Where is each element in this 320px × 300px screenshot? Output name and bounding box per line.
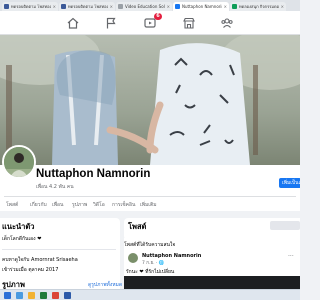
browser-tab[interactable]: ทดรอบติดตาม โพสทอง เรื่อง × (59, 2, 115, 11)
post-timestamp[interactable]: 7 ก.ย. · 🌐 (142, 259, 164, 266)
post-text: รักนะ ❤ ที่รักไม่เปลี่ยน (126, 269, 175, 275)
intro-bio: เด็กโลกดีกันเอง ❤ (2, 236, 42, 242)
watch-notification-badge: 6 (154, 13, 162, 20)
browser-tab[interactable]: ทดลองสนุก กิจกรรมดอกบัวลาย × (230, 2, 286, 11)
tab-about[interactable]: เกี่ยวกับ (30, 201, 47, 209)
divider (2, 249, 116, 250)
browser-tab-strip: ทดรอบติดตาม โพสทอง เรื่อง × ทดรอบติดตาม … (0, 0, 300, 11)
tab-checkins[interactable]: การเช็คอิน (112, 201, 135, 209)
tab-videos[interactable]: วิดีโอ (93, 201, 105, 209)
facebook-favicon-icon (175, 4, 180, 9)
cover-photo[interactable] (0, 35, 300, 165)
intro-title: แนะนำตัว (2, 222, 35, 231)
tab-title: ทดรอบติดตาม โพสทอง เรื่อง (68, 4, 108, 9)
facebook-top-nav: 6 (0, 11, 300, 35)
tab-favicon-icon (118, 4, 123, 9)
tab-title: ทดรอบติดตาม โพสทอง เรื่อง (11, 4, 51, 9)
tab-close-icon[interactable]: × (281, 4, 284, 9)
taskbar-app-icon[interactable] (16, 292, 23, 299)
profile-name: Nuttaphon Namnorin (36, 168, 151, 180)
browser-tab[interactable]: ทดรอบติดตาม โพสทอง เรื่อง × (2, 2, 58, 11)
more-options-icon[interactable]: ··· (288, 253, 294, 260)
tab-favicon-icon (61, 4, 66, 9)
flag-icon[interactable] (104, 15, 118, 29)
tab-friends[interactable]: เพื่อน (52, 201, 63, 209)
tab-close-icon[interactable]: × (53, 4, 56, 9)
folder-icon[interactable] (28, 292, 35, 299)
posts-title: โพสต์ (128, 222, 147, 231)
intro-joined-date: เข้าร่วมเมื่อ ตุลาคม 2017 (2, 267, 59, 273)
tab-favicon-icon (4, 4, 9, 9)
taskbar-app-icon[interactable] (64, 292, 71, 299)
intro-relationship[interactable]: คบหาดูใจกับ Amornrat Srisaeha (2, 256, 78, 264)
posts-filter-button[interactable] (270, 221, 300, 230)
browser-tab-active[interactable]: Nuttaphon Namnorin | Fa × (173, 2, 229, 11)
groups-icon[interactable] (220, 15, 234, 29)
tab-close-icon[interactable]: × (167, 4, 170, 9)
profile-avatar[interactable] (2, 145, 36, 179)
tab-close-icon[interactable]: × (110, 4, 113, 9)
post-caption: โพสต์ที่ได้รับความสนใจ (124, 242, 176, 248)
add-friend-button[interactable]: เพิ่มเป็นเพื่อน (279, 178, 300, 188)
browser-tab[interactable]: Video Education Sol.. × (116, 2, 172, 11)
facebook-profile-window: ทดรอบติดตาม โพสทอง เรื่อง × ทดรอบติดตาม … (0, 0, 300, 300)
tab-title: Nuttaphon Namnorin | Fa (182, 4, 222, 9)
marketplace-icon[interactable] (182, 15, 196, 29)
taskbar-app-icon[interactable] (40, 292, 47, 299)
see-all-photos-link[interactable]: ดูรูปภาพทั้งหมด (88, 281, 122, 289)
tab-favicon-icon (232, 4, 237, 9)
start-icon[interactable] (4, 292, 11, 299)
tab-posts[interactable]: โพสต์ (6, 201, 18, 209)
tab-photos[interactable]: รูปภาพ (72, 201, 87, 209)
home-icon[interactable] (66, 15, 80, 29)
tab-title: ทดลองสนุก กิจกรรมดอกบัวลาย (239, 4, 279, 9)
tab-close-icon[interactable]: × (224, 4, 227, 9)
post-author-avatar[interactable] (128, 253, 138, 263)
watch-icon[interactable]: 6 (143, 13, 162, 29)
friends-count[interactable]: เพื่อน 4.2 พัน คน (36, 183, 74, 191)
tab-title: Video Education Sol.. (125, 4, 165, 9)
os-taskbar (0, 289, 300, 300)
profile-tabs: โพสต์ เกี่ยวกับ เพื่อน รูปภาพ วิดีโอ การ… (0, 197, 300, 211)
tab-more[interactable]: เพิ่มเติม (140, 201, 157, 209)
chrome-icon[interactable] (52, 292, 59, 299)
